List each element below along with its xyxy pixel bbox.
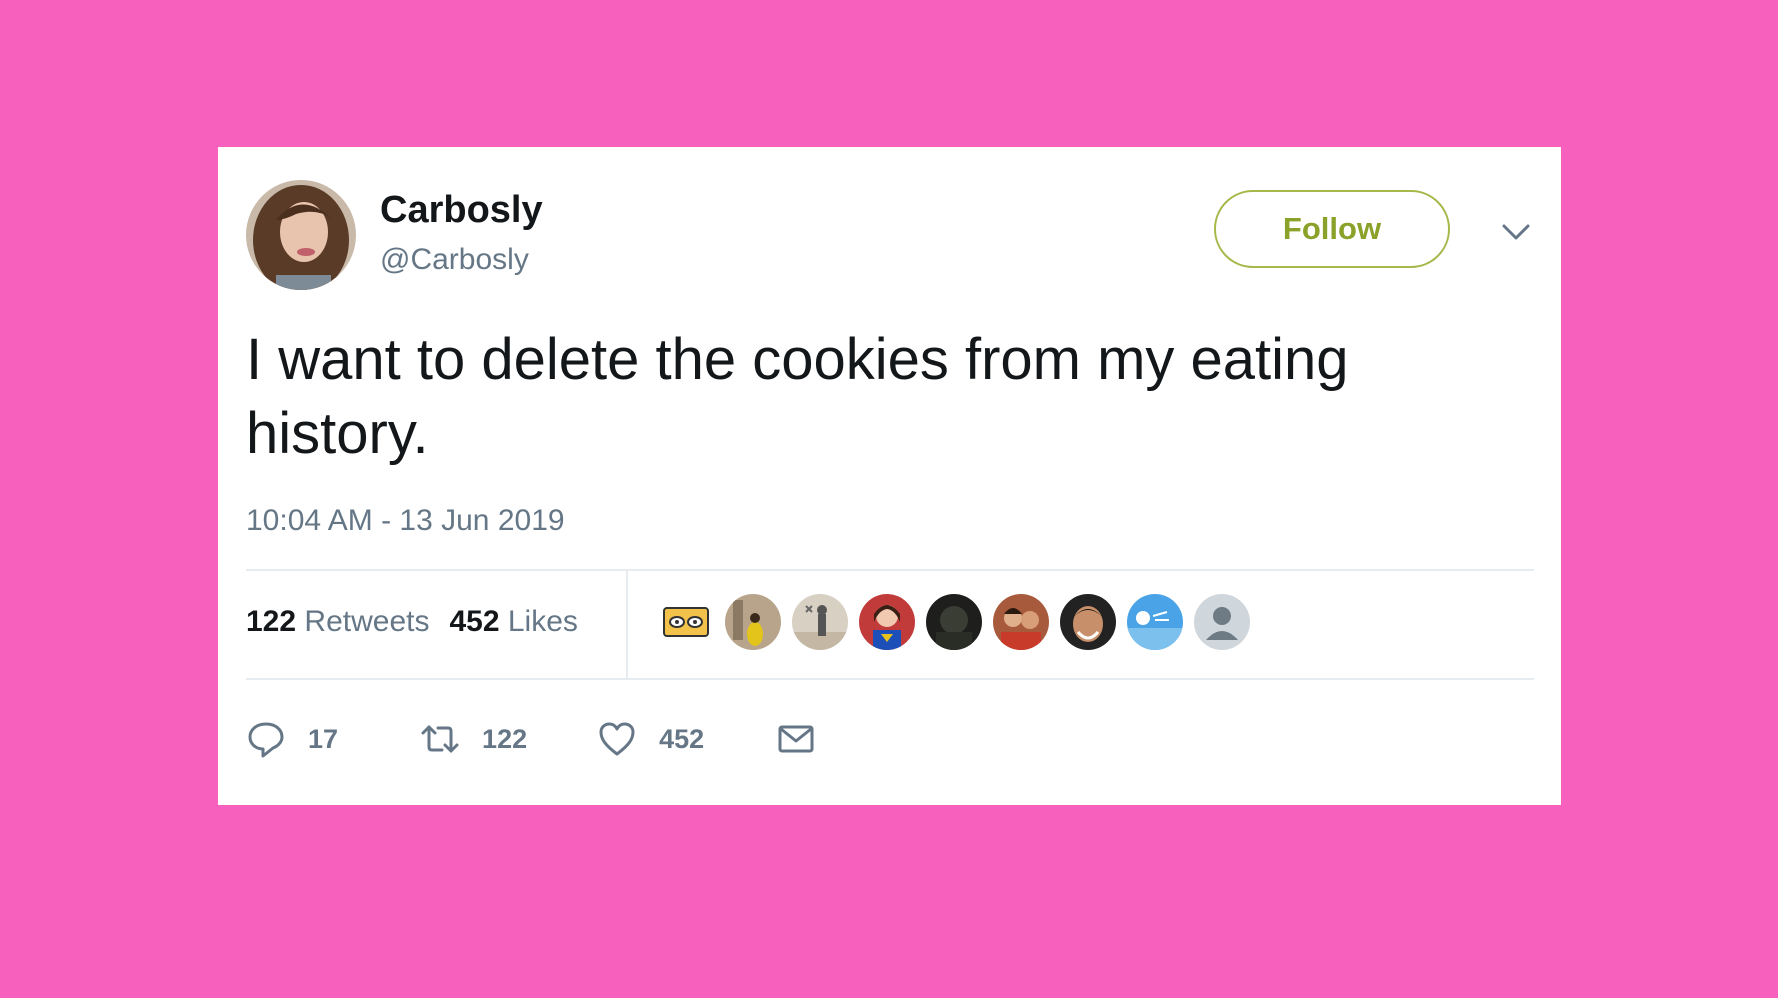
heart-icon [597, 719, 637, 759]
tweet-stats: 122 Retweets 452 Likes [246, 605, 578, 639]
likes-count: 452 [449, 605, 500, 638]
retweets-label: Retweets [304, 605, 430, 638]
liker-avatars [658, 594, 1250, 650]
liker-avatar[interactable] [725, 594, 781, 650]
likes-label: Likes [507, 605, 578, 638]
author-avatar[interactable] [246, 180, 356, 290]
liker-avatar[interactable] [1194, 594, 1250, 650]
liker-avatar[interactable] [792, 594, 848, 650]
likes-stat[interactable]: 452 Likes [449, 605, 577, 638]
retweet-count: 122 [482, 723, 528, 754]
direct-message-action[interactable] [776, 719, 816, 759]
retweet-action[interactable]: 122 [420, 719, 527, 759]
tweet-actions: 17 122 452 [246, 709, 816, 769]
divider [246, 569, 1534, 571]
liker-avatar[interactable] [1127, 594, 1183, 650]
liker-avatar[interactable] [926, 594, 982, 650]
divider [246, 678, 1534, 680]
like-count: 452 [659, 723, 705, 754]
retweets-stat[interactable]: 122 Retweets [246, 605, 429, 638]
retweet-icon [420, 719, 460, 759]
tweet-text: I want to delete the cookies from my eat… [246, 327, 1349, 466]
divider [626, 571, 628, 678]
like-action[interactable]: 452 [597, 719, 704, 759]
liker-avatar[interactable] [859, 594, 915, 650]
reply-icon [246, 719, 286, 759]
reply-count: 17 [308, 723, 339, 754]
liker-avatar[interactable] [993, 594, 1049, 650]
follow-button[interactable]: Follow [1214, 190, 1450, 268]
mail-icon [776, 719, 816, 759]
tweet-card: Carbosly @Carbosly Follow I want to dele… [218, 147, 1561, 805]
author-handle[interactable]: @Carbosly [380, 243, 529, 277]
author-name[interactable]: Carbosly [380, 189, 543, 232]
liker-avatar[interactable] [1060, 594, 1116, 650]
reply-action[interactable]: 17 [246, 719, 338, 759]
liker-avatar[interactable] [658, 594, 714, 650]
chevron-down-icon[interactable] [1498, 217, 1534, 247]
tweet-timestamp[interactable]: 10:04 AM - 13 Jun 2019 [246, 504, 565, 538]
retweets-count: 122 [246, 605, 297, 638]
